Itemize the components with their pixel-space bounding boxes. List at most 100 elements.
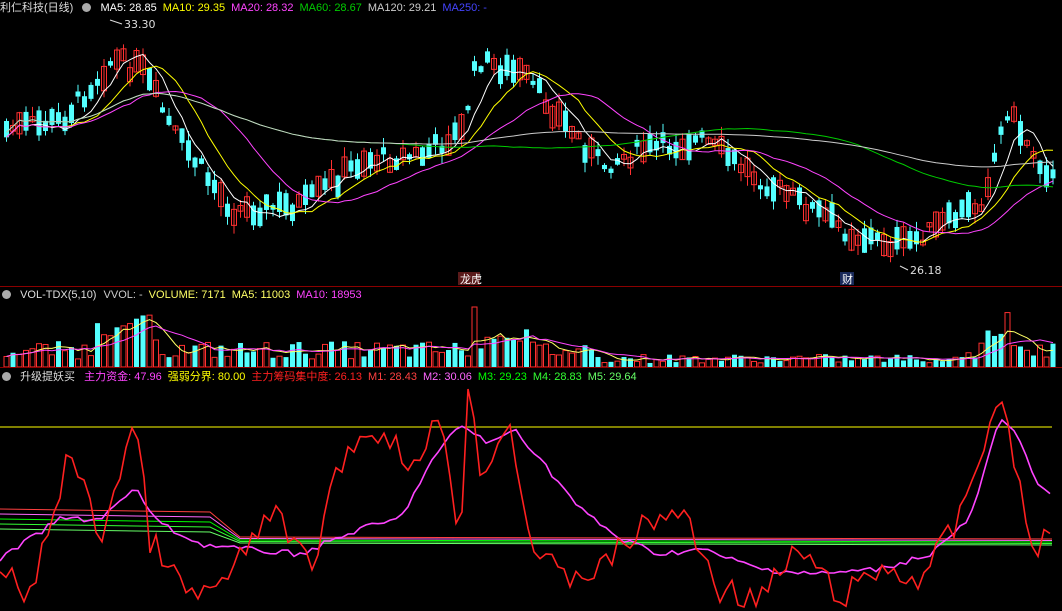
candle-down bbox=[758, 185, 763, 190]
candle-down bbox=[108, 61, 113, 66]
volume-bar bbox=[439, 351, 445, 367]
candle-down bbox=[1050, 169, 1056, 179]
candle-down bbox=[257, 207, 263, 227]
volume-bar bbox=[381, 347, 386, 367]
candle-down bbox=[452, 122, 458, 141]
volume-bar bbox=[862, 359, 867, 367]
candle-down bbox=[498, 65, 503, 85]
candle-down bbox=[530, 80, 536, 85]
volume-bar bbox=[478, 348, 484, 367]
volume-bar bbox=[465, 355, 471, 367]
candle-down bbox=[829, 202, 835, 228]
volume-bar bbox=[407, 356, 412, 367]
volume-bar bbox=[589, 349, 594, 367]
volume-bar bbox=[744, 356, 751, 367]
candle-down bbox=[69, 104, 74, 124]
candle-down bbox=[673, 141, 679, 159]
volume-bar bbox=[185, 352, 192, 367]
volume-bar bbox=[342, 341, 347, 367]
candle-down bbox=[647, 133, 653, 153]
low-price-pointer bbox=[899, 265, 909, 271]
candle-down bbox=[537, 78, 542, 94]
candle-down bbox=[582, 145, 588, 163]
volume-bar bbox=[809, 357, 816, 367]
candlestick-chart[interactable]: 33.30 26.18 龙虎 财 bbox=[0, 0, 1062, 286]
candle-down bbox=[381, 147, 386, 155]
volume-bar bbox=[153, 339, 159, 367]
volume-bar bbox=[446, 349, 451, 367]
candle-down bbox=[4, 120, 9, 138]
candle-down bbox=[303, 184, 308, 205]
volume-bar bbox=[75, 358, 81, 367]
candle-down bbox=[810, 202, 815, 209]
candle-down bbox=[88, 84, 94, 99]
candle-down bbox=[95, 78, 100, 86]
volume-bar bbox=[315, 353, 322, 367]
volume-bar bbox=[211, 356, 218, 367]
volume-bar bbox=[263, 342, 270, 367]
candle-down bbox=[686, 134, 692, 161]
candle-down bbox=[946, 202, 952, 224]
candle-down bbox=[420, 147, 425, 166]
volume-bar bbox=[894, 354, 900, 367]
volume-bar bbox=[562, 350, 569, 367]
volume-bar bbox=[127, 323, 133, 367]
volume-bar bbox=[549, 354, 556, 367]
candle-down bbox=[732, 149, 737, 165]
volume-bar bbox=[1004, 312, 1011, 367]
volume-bar bbox=[303, 353, 308, 367]
candle-down bbox=[602, 164, 607, 170]
candle-down bbox=[797, 187, 802, 206]
volume-bar bbox=[484, 336, 491, 367]
volume-bar bbox=[582, 345, 588, 367]
volume-bar bbox=[914, 359, 919, 367]
candle-down bbox=[368, 152, 373, 169]
volume-bar bbox=[238, 342, 243, 367]
volume-chart[interactable] bbox=[0, 287, 1062, 367]
volume-bar bbox=[309, 358, 315, 367]
volume-bar bbox=[569, 352, 575, 367]
volume-bar bbox=[511, 339, 516, 367]
candle-down bbox=[433, 134, 438, 145]
candle-down bbox=[186, 140, 191, 161]
volume-bar bbox=[907, 355, 913, 367]
main-fund-line bbox=[0, 418, 1051, 575]
volume-bar bbox=[368, 349, 373, 367]
volume-bar bbox=[374, 342, 380, 367]
ma120-line bbox=[6, 92, 1054, 168]
volume-bar bbox=[257, 348, 263, 367]
volume-bar bbox=[504, 337, 510, 367]
candle-down bbox=[264, 194, 269, 210]
volume-bar bbox=[524, 329, 529, 367]
volume-bar bbox=[471, 306, 478, 367]
candle-down bbox=[407, 154, 412, 160]
indicator-chart[interactable] bbox=[0, 369, 1062, 611]
candle-down bbox=[966, 192, 971, 218]
low-price-label: 26.18 bbox=[910, 264, 942, 277]
volume-bar bbox=[978, 342, 985, 367]
candle-down bbox=[82, 96, 87, 108]
volume-bar bbox=[517, 340, 523, 367]
volume-bar bbox=[36, 343, 42, 367]
volume-bar bbox=[192, 345, 198, 367]
volume-bar bbox=[62, 350, 68, 367]
candle-down bbox=[309, 184, 315, 198]
volume-bar bbox=[621, 357, 627, 367]
high-price-label: 33.30 bbox=[124, 18, 156, 31]
volume-bar bbox=[329, 341, 334, 367]
volume-bar bbox=[459, 350, 464, 367]
panel-divider bbox=[0, 367, 1062, 368]
volume-bar bbox=[218, 345, 224, 367]
volume-bar bbox=[1043, 356, 1050, 367]
volume-bar bbox=[1031, 355, 1036, 367]
m1-line bbox=[0, 508, 1053, 540]
candle-down bbox=[472, 61, 477, 71]
candle-down bbox=[166, 115, 172, 125]
volume-bar bbox=[543, 343, 549, 367]
volume-bar bbox=[653, 359, 660, 367]
candle-down bbox=[959, 199, 965, 218]
candle-down bbox=[205, 172, 211, 186]
volume-bar bbox=[732, 354, 737, 367]
volume-bar bbox=[224, 355, 231, 367]
volume-bar bbox=[146, 314, 153, 367]
